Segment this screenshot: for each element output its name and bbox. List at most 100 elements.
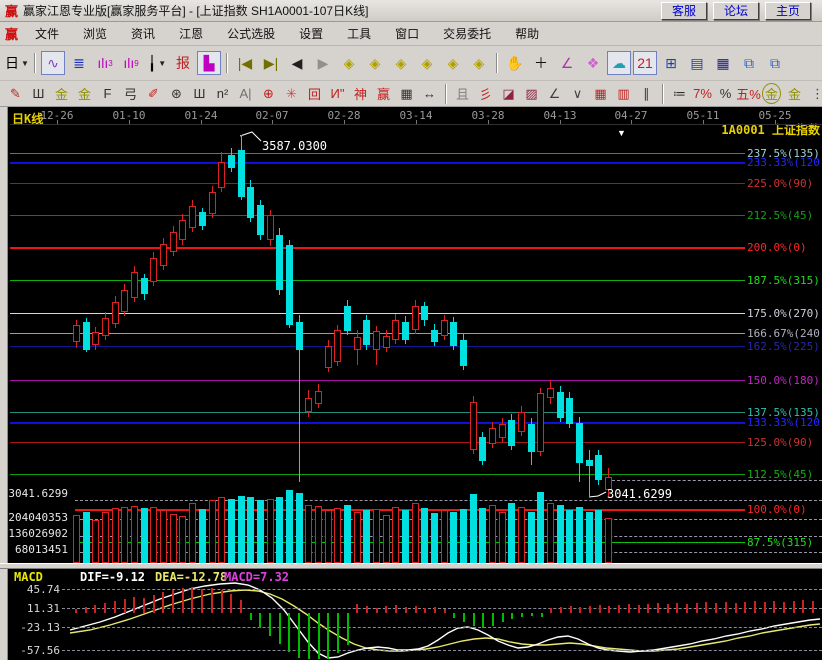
gann-diamond-6-icon[interactable]: ◈	[467, 51, 491, 75]
candlestick	[257, 205, 264, 235]
edge-partial-icon[interactable]: ⋮	[807, 83, 822, 104]
notebook-icon[interactable]: ▤	[685, 51, 709, 75]
menu-item-浏览[interactable]: 浏览	[71, 23, 119, 44]
bar-3-period-icon[interactable]: ılı3	[93, 51, 117, 75]
draw-line-icon[interactable]: ✎	[5, 83, 26, 104]
save-icon[interactable]: ▦	[711, 51, 735, 75]
forum-button[interactable]: 论坛	[713, 2, 759, 20]
candlestick	[267, 215, 274, 240]
gold-grid-1-icon[interactable]: 金	[51, 83, 72, 104]
percent-icon[interactable]: %	[715, 83, 736, 104]
n2-icon[interactable]: n²	[212, 83, 233, 104]
gann-diamond-2-icon[interactable]: ◈	[363, 51, 387, 75]
menu-item-设置[interactable]: 设置	[287, 23, 335, 44]
gann-fan-icon[interactable]: 彡	[475, 83, 496, 104]
time-sharing-icon[interactable]: ∿	[41, 51, 65, 75]
macd-histogram-bar	[279, 613, 281, 644]
gann-wheel-icon[interactable]: ⊕	[258, 83, 279, 104]
pillar-icon[interactable]: 且	[452, 83, 473, 104]
gann-grid-box-icon[interactable]: ▨	[521, 83, 542, 104]
time-circle-icon[interactable]: ⊛	[166, 83, 187, 104]
red-grid-1-icon: ▦	[594, 86, 606, 102]
fib-icon[interactable]: F	[97, 83, 118, 104]
hand-tool-icon[interactable]: ✋	[503, 51, 527, 75]
parallel-icon[interactable]: ∥	[636, 83, 657, 104]
report-icon[interactable]: 报	[171, 51, 195, 75]
color-bars-icon[interactable]: ▙	[197, 51, 221, 75]
candlestick	[102, 318, 109, 336]
next-arrow-icon[interactable]: ▶	[311, 51, 335, 75]
candlestick	[276, 235, 283, 290]
gold-grid-2-icon[interactable]: 金	[74, 83, 95, 104]
menu-item-交易委托[interactable]: 交易委托	[431, 23, 503, 44]
symbol-dropdown-caret-icon[interactable]: ▼	[617, 128, 626, 138]
volume-bar	[450, 512, 457, 563]
scale-list-icon[interactable]: ≔	[669, 83, 690, 104]
macd-histogram-bar	[327, 613, 329, 659]
gann-diamond-3-icon[interactable]: ◈	[389, 51, 413, 75]
menu-item-文件[interactable]: 文件	[23, 23, 71, 44]
menu-item-帮助[interactable]: 帮助	[503, 23, 551, 44]
quote-board-icon[interactable]: ≣	[67, 51, 91, 75]
calendar-21-icon[interactable]: 21	[633, 51, 657, 75]
crosshair-icon[interactable]: ＋	[529, 51, 553, 75]
gann-diamond-5-icon[interactable]: ◈	[441, 51, 465, 75]
kline-pane[interactable]	[8, 107, 822, 563]
gann-line-label: 100.0%(0)	[747, 503, 807, 516]
menu-item-窗口[interactable]: 窗口	[383, 23, 431, 44]
wave-count-icon[interactable]: И"	[327, 83, 348, 104]
trend-angles-icon[interactable]: ∠	[544, 83, 565, 104]
cloud-analysis-icon[interactable]: ☁	[607, 51, 631, 75]
star-burst-icon[interactable]: ✳	[281, 83, 302, 104]
next-arrow-icon: ▶	[318, 55, 329, 72]
pencil-icon[interactable]: ✐	[143, 83, 164, 104]
menu-item-资讯[interactable]: 资讯	[119, 23, 167, 44]
macd-scale-label: 11.31	[8, 602, 60, 615]
shen-icon[interactable]: 神	[350, 83, 371, 104]
volume-bar	[334, 508, 341, 563]
red-grid-1-icon[interactable]: ▦	[590, 83, 611, 104]
vgrid-icon[interactable]: Ш	[28, 83, 49, 104]
zigzag-icon[interactable]: ∨	[567, 83, 588, 104]
percent-5-icon[interactable]: 五%	[738, 83, 759, 104]
macd-indicator-name[interactable]: MACD	[14, 570, 43, 584]
candle-style-dropdown[interactable]: ╽▼	[145, 51, 169, 75]
grid-123-icon[interactable]: ▦	[396, 83, 417, 104]
volume-bar	[83, 512, 90, 563]
percent-5-icon: 五%	[736, 84, 761, 103]
angle-measure-icon[interactable]: ∠	[555, 51, 579, 75]
macd-histogram-bar	[133, 597, 135, 613]
hgrid-icon[interactable]: Ш	[189, 83, 210, 104]
gann-box-icon[interactable]: ◪	[498, 83, 519, 104]
pink-window-icon[interactable]: ❖	[581, 51, 605, 75]
arc-icon[interactable]: 弓	[120, 83, 141, 104]
last-arrow-icon[interactable]: ▶|	[259, 51, 283, 75]
menu-item-江恩[interactable]: 江恩	[167, 23, 215, 44]
first-arrow-icon[interactable]: |◀	[233, 51, 257, 75]
gann-diamond-1-icon[interactable]: ◈	[337, 51, 361, 75]
text-tool-icon[interactable]: A|	[235, 83, 256, 104]
remote-pc-1-icon[interactable]: ⧉	[737, 51, 761, 75]
homepage-button[interactable]: 主页	[765, 2, 811, 20]
remote-pc-2-icon[interactable]: ⧉	[763, 51, 787, 75]
gold-underline-icon[interactable]: 金	[784, 83, 805, 104]
gann-diamond-4-icon[interactable]: ◈	[415, 51, 439, 75]
square-spiral-icon[interactable]: 回	[304, 83, 325, 104]
menu-item-公式选股[interactable]: 公式选股	[215, 23, 287, 44]
ying-icon[interactable]: 赢	[373, 83, 394, 104]
gold-circle-icon[interactable]: 金	[761, 83, 782, 104]
percent-7-icon[interactable]: 7%	[692, 83, 713, 104]
prev-arrow-icon[interactable]: ◀	[285, 51, 309, 75]
customer-service-button[interactable]: 客服	[661, 2, 707, 20]
scale-list-icon: ≔	[673, 86, 686, 102]
macd-gridline	[62, 650, 822, 651]
kline-period-dropdown[interactable]: 日▼	[5, 51, 29, 75]
macd-hist-value: MACD=7.32	[224, 570, 289, 584]
bar-9-period-icon[interactable]: ılı9	[119, 51, 143, 75]
bar-spacing-icon[interactable]: ↔	[419, 83, 440, 104]
menu-item-工具[interactable]: 工具	[335, 23, 383, 44]
macd-scale-label: -57.56	[8, 644, 60, 657]
red-grid-2-icon[interactable]: ▥	[613, 83, 634, 104]
calculator-icon[interactable]: ⊞	[659, 51, 683, 75]
volume-bar	[131, 506, 138, 563]
